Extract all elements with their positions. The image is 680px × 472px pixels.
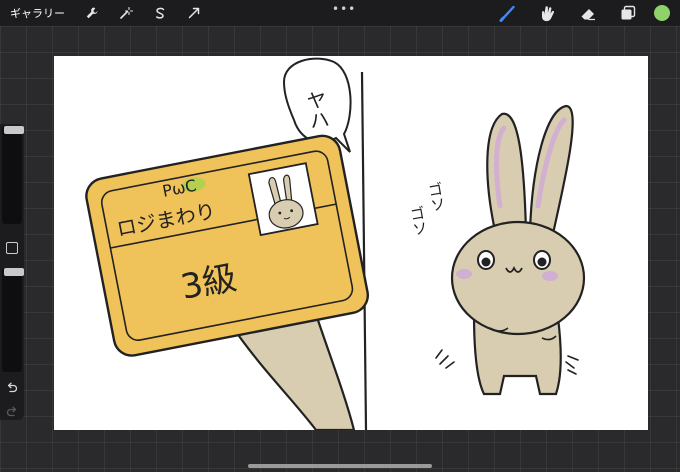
layers-icon[interactable]	[617, 2, 639, 24]
more-menu-button[interactable]: •••	[332, 2, 356, 16]
home-indicator[interactable]	[248, 464, 432, 468]
redo-icon[interactable]	[6, 402, 18, 417]
transform-icon[interactable]	[183, 2, 205, 24]
painting-tools	[488, 0, 680, 26]
opacity-slider[interactable]	[2, 268, 24, 372]
selection-icon[interactable]	[149, 2, 171, 24]
opacity-thumb[interactable]	[4, 268, 24, 276]
brush-size-thumb[interactable]	[4, 126, 24, 134]
brush-size-slider[interactable]	[2, 126, 24, 224]
sound-effect-1: ゴソ	[425, 181, 448, 214]
rabbit-drawing	[435, 104, 586, 396]
magic-wand-icon[interactable]	[115, 2, 137, 24]
undo-icon[interactable]	[6, 378, 18, 393]
gallery-button[interactable]: ギャラリー	[10, 5, 65, 21]
wrench-icon[interactable]	[81, 2, 103, 24]
sidebar	[0, 124, 24, 420]
drawing-canvas[interactable]: ヤハ PωC ロジまわり 3級 ゴソ ゴソ	[54, 56, 648, 430]
sound-effect-2: ゴソ	[407, 205, 430, 238]
brush-icon[interactable]	[497, 2, 519, 24]
eraser-icon[interactable]	[577, 2, 599, 24]
card-drawing: PωC ロジまわり 3級	[85, 134, 369, 357]
color-picker-button[interactable]	[654, 5, 670, 21]
modify-button[interactable]	[6, 242, 18, 254]
top-toolbar: ギャラリー •••	[0, 0, 680, 26]
smudge-icon[interactable]	[537, 2, 559, 24]
panel-divider	[360, 71, 368, 430]
